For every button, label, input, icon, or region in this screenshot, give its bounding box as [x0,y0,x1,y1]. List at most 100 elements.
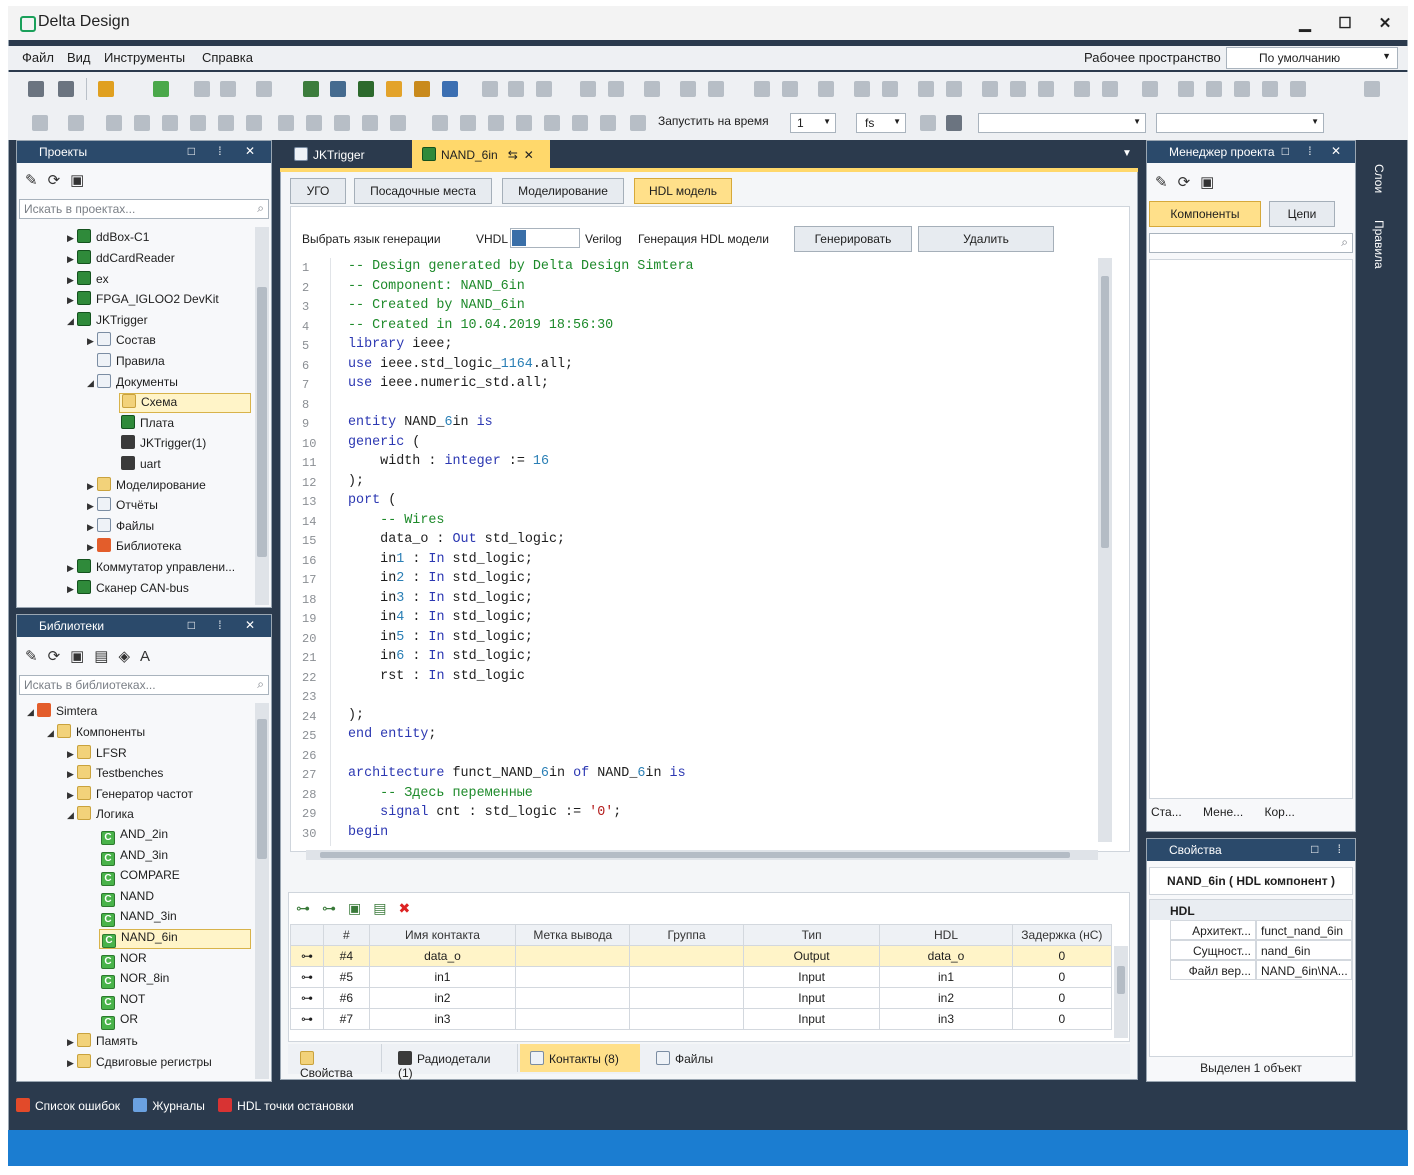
settings-icon[interactable] [1364,81,1380,97]
signal-select-2[interactable]: ▼ [1156,113,1324,133]
tree-item[interactable]: C NOR [101,951,147,971]
print-icon[interactable] [256,81,272,97]
properties-group[interactable]: HDL [1150,900,1352,920]
signal-select[interactable]: ▼ [978,113,1146,133]
table-cell[interactable]: data_o [368,945,517,967]
component-icon[interactable] [303,81,319,97]
tree-item[interactable]: ▶ Testbenches [67,765,163,785]
wave4-icon[interactable] [190,115,206,131]
menu-view[interactable]: Вид [67,50,91,65]
table-row[interactable]: ⊶ #4 data_o Output data_o 0 [289,945,1113,967]
table-row[interactable]: ⊶ #5 in1 Input in1 0 [289,966,1113,988]
save-all-icon[interactable] [58,81,74,97]
table-cell[interactable]: Input [742,966,881,988]
doc-icon[interactable] [482,81,498,97]
table-cell[interactable]: Input [742,987,881,1009]
pin-handle-icon[interactable]: ⊶ [289,1008,325,1030]
col-pin-name[interactable]: Имя контакта [368,924,517,946]
check-icon[interactable] [153,81,169,97]
gear-icon[interactable] [818,81,834,97]
tree-item[interactable]: ◢ Компоненты [47,724,145,744]
tree-item[interactable]: ▶ Файлы [87,518,154,538]
run-time-input[interactable]: 1 ▼ [790,113,836,133]
tab-simulation[interactable]: Моделирование [502,178,624,204]
tab-properties[interactable]: Свойства [290,1044,382,1080]
components-list[interactable] [1149,259,1353,799]
tree-item[interactable]: ▶ Библиотека [87,538,181,558]
code-editor[interactable]: 1 -- Design generated by Delta Design Sim… [302,258,1118,860]
tree-item[interactable]: ▶ Отчёты [87,497,158,517]
table-cell[interactable]: Input [742,1008,881,1030]
tab-manager[interactable]: Мене... [1203,805,1243,819]
col-delay[interactable]: Задержка (нС) [1011,924,1113,946]
tree-item[interactable]: Плата [121,415,174,435]
step3-icon[interactable] [334,115,350,131]
step-over-icon[interactable] [572,115,588,131]
tab-ugo[interactable]: УГО [290,178,346,204]
pause-icon[interactable] [488,115,504,131]
table-cell[interactable]: 0 [1011,966,1113,988]
pins-tools[interactable]: ⊶⊶▣▤✖ [296,900,422,917]
libraries-search-input[interactable]: Искать в библиотеках... ⌕ [19,675,269,695]
side-tab-rules[interactable]: Правила [1372,220,1386,269]
code-hscroll[interactable] [306,850,1098,860]
menu-file[interactable]: Файл [22,50,54,65]
tree-item[interactable]: C OR [101,1012,138,1032]
zoom-prev-icon[interactable] [708,81,724,97]
time-unit-select[interactable]: fs ▼ [856,113,906,133]
schematic-icon[interactable] [442,81,458,97]
libraries-tools[interactable]: ✎⟳▣▤◈A [25,647,160,665]
tree-item[interactable]: C AND_2in [101,827,168,847]
tab-status[interactable]: Ста... [1151,805,1182,819]
table-cell[interactable] [629,1008,744,1030]
tree-item[interactable]: C AND_3in [101,848,168,868]
tab-errors[interactable]: Список ошибок [35,1099,120,1113]
doc3-icon[interactable] [536,81,552,97]
property-row[interactable]: Сущност... nand_6in [1170,940,1352,960]
close-icon[interactable]: ✕ [524,148,534,162]
table-cell[interactable]: in1 [368,966,517,988]
chevron-down-icon[interactable]: ▼ [1122,148,1132,159]
route-icon[interactable] [854,81,870,97]
align-center-icon[interactable] [1206,81,1222,97]
tree-item[interactable]: ◢ Логика [67,806,134,826]
library-icon[interactable] [386,81,402,97]
tree-item[interactable]: ▶ ddBox-C1 [67,229,149,249]
table-cell[interactable] [515,987,631,1009]
table-cell[interactable] [629,987,744,1009]
table-row[interactable]: ⊶ #7 in3 Input in3 0 [289,1008,1113,1030]
sim-extra-icon[interactable] [920,115,936,131]
tree-item[interactable]: C NOR_8in [101,971,169,991]
tab-logs[interactable]: Журналы [152,1099,204,1113]
tree-item[interactable]: ▶ Состав [87,332,156,352]
board-icon[interactable] [358,81,374,97]
table-cell[interactable]: data_o [879,945,1013,967]
close-button[interactable]: ✕ [1370,14,1400,32]
tree-item[interactable]: ▶ Генератор частот [67,786,193,806]
tab-breakpoints[interactable]: HDL точки остановки [237,1099,354,1113]
table-cell[interactable]: #4 [323,945,370,967]
scroll-thumb[interactable] [1101,276,1109,548]
tree-item[interactable]: JKTrigger(1) [121,435,206,455]
wave-icon[interactable] [106,115,122,131]
align-top-icon[interactable] [1262,81,1278,97]
sim-extra2-icon[interactable] [946,115,962,131]
layout-icon[interactable] [1142,81,1158,97]
pin-handle-icon[interactable]: ⊶ [289,945,325,967]
table-cell[interactable]: in2 [879,987,1013,1009]
col-hdl[interactable]: HDL [879,924,1013,946]
table-cell[interactable] [515,966,631,988]
property-row[interactable]: Архитект... funct_nand_6in [1170,920,1352,940]
projects-tools[interactable]: ✎⟳▣ [25,171,94,189]
col-type[interactable]: Тип [742,924,881,946]
table-cell[interactable] [515,945,631,967]
pin-icon[interactable]: ⇆ [508,148,518,162]
tab-hdl-model[interactable]: HDL модель [634,178,732,204]
table-cell[interactable]: #6 [323,987,370,1009]
table-cell[interactable]: #5 [323,966,370,988]
table-cell[interactable]: #7 [323,1008,370,1030]
wave5-icon[interactable] [218,115,234,131]
maximize-button[interactable]: ☐ [1330,14,1360,32]
find-icon[interactable] [330,81,346,97]
zoom-out-icon[interactable] [608,81,624,97]
